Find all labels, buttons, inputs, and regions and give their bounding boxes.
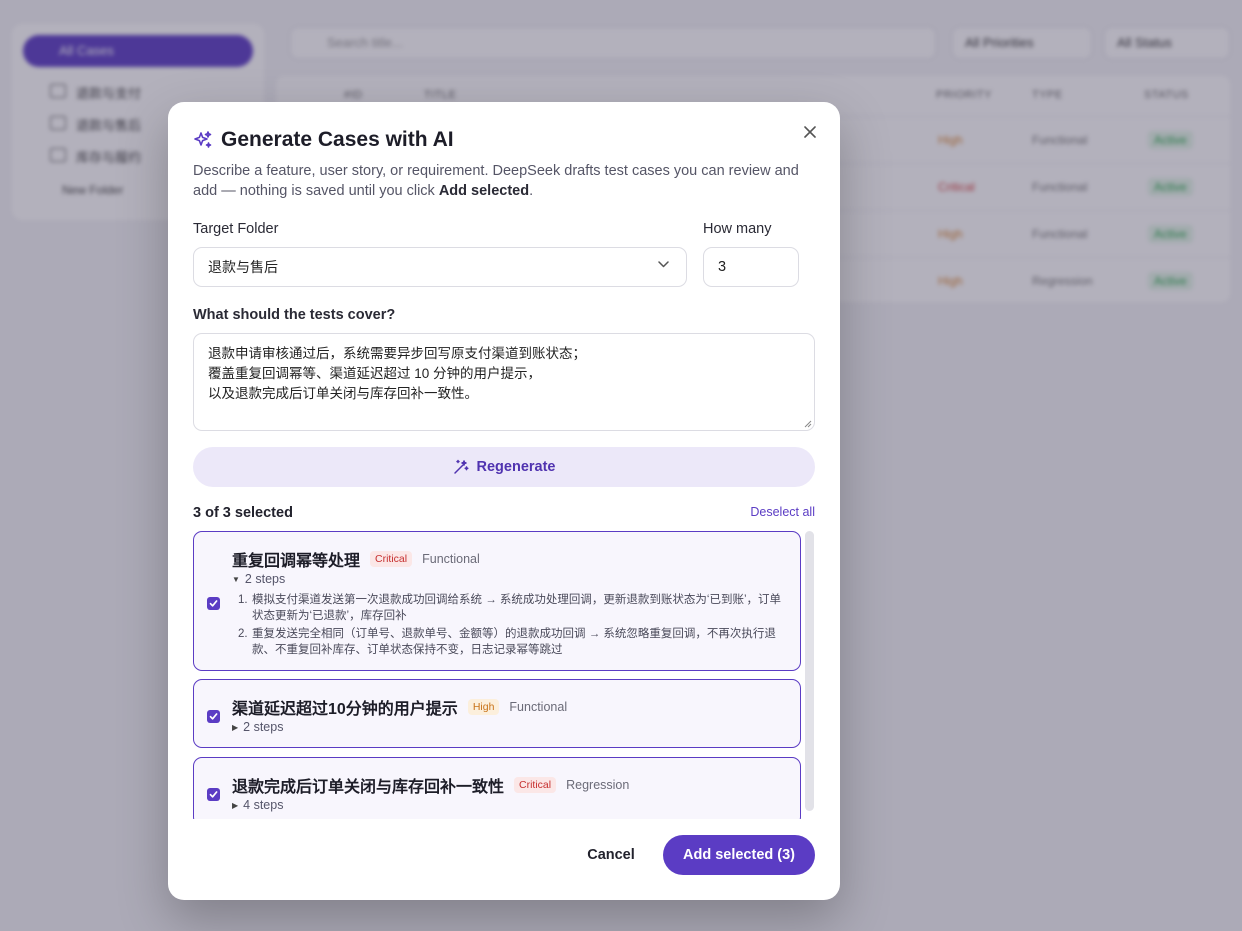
how-many-input[interactable]: 3 [703,247,799,287]
checkmark-icon [209,791,218,798]
how-many-label: How many [703,221,772,237]
case-type: Regression [566,778,630,792]
triangle-down-icon: ▼ [232,574,240,584]
cancel-button[interactable]: Cancel [581,835,641,875]
step-item: 1. 模拟支付渠道发送第一次退款成功回调给系统 → 系统成功处理回调，更新退款到账… [238,592,790,624]
description-end: . [529,183,534,199]
steps-toggle[interactable]: ▼ 2 steps [232,572,285,586]
step-text: 重复发送完全相同（订单号、退款单号、金额等）的退款成功回调 → 系统忽略重复回调… [252,628,776,656]
generate-cases-modal: Generate Cases with AI Describe a featur… [168,102,840,900]
description-emphasis: Add selected [438,183,530,199]
modal-title: Generate Cases with AI [193,128,454,152]
case-list-scrollbar[interactable] [805,531,814,811]
step-number: 1. [238,594,248,606]
requirement-text: 退款申请审核通过后，系统需要异步回写原支付渠道到账状态； 覆盖重复回调幂等、渠道… [208,346,586,401]
step-item: 2. 重复发送完全相同（订单号、退款单号、金额等）的退款成功回调 → 系统忽略重复… [238,626,790,658]
case-list: 重复回调幂等处理 Critical Functional ▼ 2 steps 1… [193,531,802,819]
target-folder-select[interactable]: 退款与售后 [193,247,687,287]
case-type: Functional [422,552,480,566]
step-list: 1. 模拟支付渠道发送第一次退款成功回调给系统 → 系统成功处理回调，更新退款到账… [238,592,790,660]
close-icon [804,126,816,138]
priority-badge: Critical [370,551,413,567]
steps-count: 2 steps [243,720,284,734]
steps-toggle[interactable]: ▶ 2 steps [232,720,283,734]
modal-description: Describe a feature, user story, or requi… [193,161,815,201]
case-card[interactable]: 重复回调幂等处理 Critical Functional ▼ 2 steps 1… [193,531,801,671]
case-header: 渠道延迟超过10分钟的用户提示 High Functional [232,695,567,719]
step-number: 2. [238,628,248,640]
case-card[interactable]: 退款完成后订单关闭与库存回补一致性 Critical Regression ▶ … [193,757,801,819]
checkmark-icon [209,713,218,720]
sparkle-icon [193,130,213,150]
steps-toggle[interactable]: ▶ 4 steps [232,798,283,812]
add-selected-label: Add selected (3) [683,847,795,863]
priority-badge: High [467,699,500,715]
chevron-down-icon [658,261,669,268]
deselect-all-link[interactable]: Deselect all [750,505,815,519]
case-title: 退款完成后订单关闭与库存回补一致性 [232,779,505,796]
target-folder-label: Target Folder [193,221,279,237]
case-card[interactable]: 渠道延迟超过10分钟的用户提示 High Functional ▶ 2 step… [193,679,801,748]
add-selected-button[interactable]: Add selected (3) [663,835,815,875]
cover-label: What should the tests cover? [193,307,396,323]
target-folder-value: 退款与售后 [208,259,278,275]
checkmark-icon [209,600,218,607]
case-type: Functional [509,700,568,714]
selection-count: 3 of 3 selected [193,505,293,521]
case-title: 渠道延迟超过10分钟的用户提示 [232,701,458,718]
case-checkbox[interactable] [207,788,220,801]
magic-wand-icon [453,459,469,474]
triangle-right-icon: ▶ [232,800,239,810]
priority-badge: Critical [514,777,557,793]
case-header: 重复回调幂等处理 Critical Functional [232,547,480,571]
close-button[interactable] [800,122,820,142]
steps-count: 4 steps [243,798,284,812]
case-checkbox[interactable] [207,710,220,723]
regenerate-label: Regenerate [476,459,556,475]
requirement-textarea[interactable]: 退款申请审核通过后，系统需要异步回写原支付渠道到账状态； 覆盖重复回调幂等、渠道… [193,333,815,431]
modal-title-text: Generate Cases with AI [221,128,454,151]
steps-count: 2 steps [244,572,286,586]
resize-grip-icon[interactable] [804,420,812,428]
case-header: 退款完成后订单关闭与库存回补一致性 Critical Regression [232,773,629,797]
case-title: 重复回调幂等处理 [232,553,361,570]
step-text: 模拟支付渠道发送第一次退款成功回调给系统 → 系统成功处理回调，更新退款到账状态… [252,594,781,622]
regenerate-button[interactable]: Regenerate [193,447,815,487]
case-checkbox[interactable] [207,597,220,610]
triangle-right-icon: ▶ [232,722,239,732]
